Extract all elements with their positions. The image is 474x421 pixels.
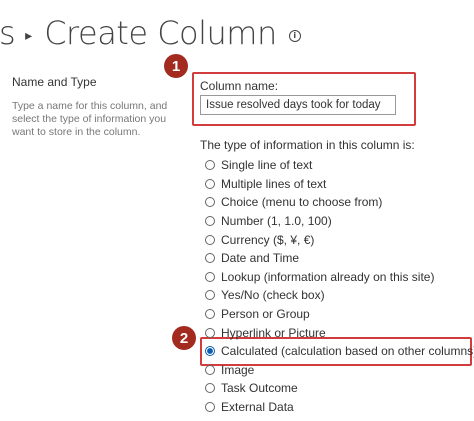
page-title: Create Column [44,14,277,52]
type-option[interactable]: Date and Time [205,249,474,268]
type-option-label: Task Outcome [221,381,298,396]
breadcrumb-separator-icon: ▸ [25,26,33,43]
radio-button[interactable] [205,271,215,282]
type-option[interactable]: Calculated (calculation based on other c… [205,342,474,361]
type-option-label: Hyperlink or Picture [221,325,326,340]
annotation-marker-2: 2 [172,326,196,350]
breadcrumb-previous[interactable]: s [0,14,16,52]
type-option-label: Date and Time [221,251,300,266]
radio-button[interactable] [205,346,215,357]
type-option-label: Yes/No (check box) [221,288,325,303]
radio-button[interactable] [205,216,215,227]
type-option[interactable]: Yes/No (check box) [205,286,474,305]
type-option-label: Calculated (calculation based on other c… [221,344,474,359]
radio-button[interactable] [205,309,215,320]
radio-button[interactable] [205,234,215,245]
type-option-label: Person or Group [221,307,310,322]
type-option-label: Image [221,362,255,377]
type-option-label: External Data [221,400,294,415]
column-type-list: Single line of text Multiple lines of te… [205,156,474,416]
column-name-input[interactable]: Issue resolved days took for today [200,95,396,115]
type-option[interactable]: Task Outcome [205,379,474,398]
type-option[interactable]: Number (1, 1.0, 100) [205,212,474,231]
type-option-label: Single line of text [221,158,313,173]
radio-button[interactable] [205,402,215,413]
page-header: s ▸ Create Column i [0,8,301,58]
type-option[interactable]: Choice (menu to choose from) [205,193,474,212]
type-prompt: The type of information in this column i… [200,138,415,152]
type-option[interactable]: Person or Group [205,305,474,324]
radio-button[interactable] [205,290,215,301]
column-name-label: Column name: [200,79,279,93]
type-option[interactable]: External Data [205,398,474,417]
radio-button[interactable] [205,178,215,189]
section-description: Type a name for this column, and select … [12,100,168,138]
annotation-marker-1: 1 [164,54,188,78]
type-option-label: Currency ($, ¥, €) [221,232,315,247]
type-option-label: Number (1, 1.0, 100) [221,214,332,229]
radio-button[interactable] [205,327,215,338]
type-option[interactable]: Image [205,361,474,380]
type-option-label: Lookup (information already on this site… [221,269,435,284]
info-icon[interactable]: i [288,30,301,42]
type-option[interactable]: Currency ($, ¥, €) [205,230,474,249]
section-title: Name and Type [12,75,97,89]
radio-button[interactable] [205,364,215,375]
radio-button[interactable] [205,160,215,171]
radio-button[interactable] [205,383,215,394]
type-option-label: Choice (menu to choose from) [221,195,383,210]
type-option[interactable]: Hyperlink or Picture [205,323,474,342]
type-option-label: Multiple lines of text [221,176,327,191]
type-option[interactable]: Multiple lines of text [205,175,474,194]
radio-button[interactable] [205,253,215,264]
type-option[interactable]: Lookup (information already on this site… [205,268,474,287]
type-option[interactable]: Single line of text [205,156,474,175]
radio-button[interactable] [205,197,215,208]
